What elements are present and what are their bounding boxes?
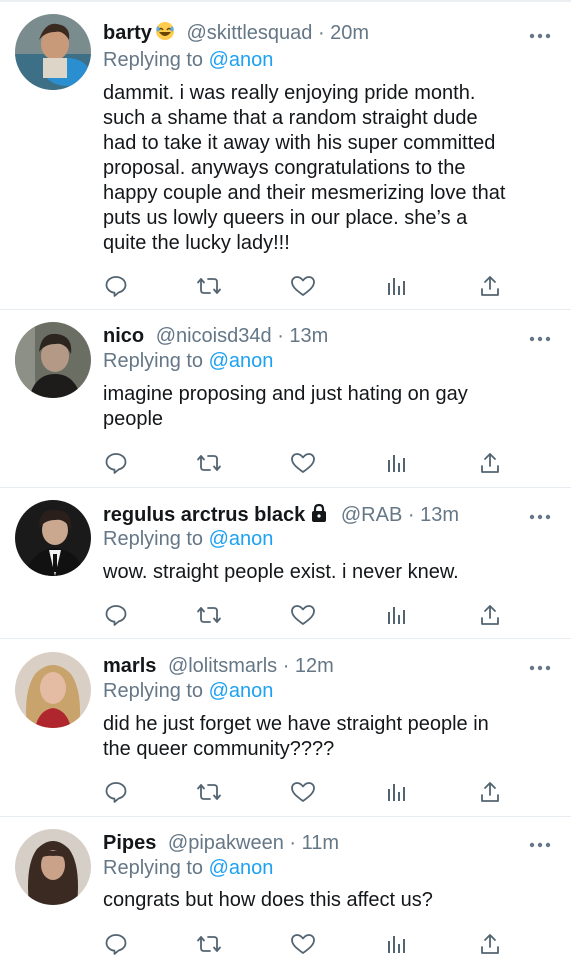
retweet-icon[interactable] [195,449,223,477]
user-handle[interactable]: @skittlesquad [186,22,312,44]
share-icon[interactable] [476,449,504,477]
like-icon[interactable] [289,449,317,477]
tweet-header: Pipes @pipakween · 11m [103,830,531,856]
replying-to-line: Replying to @anon [103,526,273,552]
mention-link[interactable]: @anon [209,528,274,550]
tweet-text: did he just forget we have straight peop… [103,713,489,760]
replying-to-label: Replying to [103,857,204,879]
action-bar [0,449,571,477]
lock-icon [309,503,329,528]
tweet-header: marls @lolitsmarls · 12m [103,653,531,679]
display-name[interactable]: marls [103,655,156,677]
action-bar [0,930,571,958]
avatar[interactable] [15,14,91,90]
user-handle[interactable]: @RAB [341,504,402,526]
reply-tweet[interactable]: marls @lolitsmarls · 12m Replying to @an… [0,639,571,816]
reply-icon[interactable] [102,778,130,806]
action-bar [0,601,571,629]
mention-link[interactable]: @anon [209,350,274,372]
retweet-icon[interactable] [195,778,223,806]
timestamp[interactable]: · 11m [289,832,339,854]
tweet-text: imagine proposing and just hating on gay… [103,383,468,430]
replying-to-label: Replying to [103,350,204,372]
retweet-icon[interactable] [195,601,223,629]
reply-tweet[interactable]: Pipes @pipakween · 11m Replying to @anon… [0,817,571,960]
analytics-icon[interactable] [382,930,410,958]
analytics-icon[interactable] [382,778,410,806]
display-name[interactable]: barty [103,22,152,44]
analytics-icon[interactable] [382,601,410,629]
timestamp[interactable]: · 13m [408,504,459,526]
tweet-text: dammit. i was really enjoying pride mont… [103,82,506,254]
replying-to-line: Replying to @anon [103,47,273,73]
like-icon[interactable] [289,272,317,300]
more-options-icon[interactable] [529,331,551,342]
share-icon[interactable] [476,778,504,806]
replying-to-line: Replying to @anon [103,348,273,374]
replying-to-label: Replying to [103,528,204,550]
display-name[interactable]: nico [103,325,144,347]
analytics-icon[interactable] [382,272,410,300]
action-bar [0,272,571,300]
replying-to-line: Replying to @anon [103,855,273,881]
reply-tweet[interactable]: regulus arctrus black @RAB · 13m Replyin… [0,488,571,638]
like-icon[interactable] [289,930,317,958]
avatar[interactable] [15,829,91,905]
share-icon[interactable] [476,272,504,300]
display-name[interactable]: Pipes [103,832,156,854]
share-icon[interactable] [476,601,504,629]
tweet-header: barty @skittlesquad · 20m [103,20,531,46]
mention-link[interactable]: @anon [209,857,274,879]
tweet-header: nico @nicoisd34d · 13m [103,323,531,349]
mention-link[interactable]: @anon [209,49,274,71]
tweet-header: regulus arctrus black @RAB · 13m [103,502,531,528]
display-name[interactable]: regulus arctrus black [103,504,305,526]
like-icon[interactable] [289,601,317,629]
reply-tweet[interactable]: nico @nicoisd34d · 13m Replying to @anon… [0,310,571,487]
reply-icon[interactable] [102,449,130,477]
retweet-icon[interactable] [195,930,223,958]
avatar[interactable] [15,652,91,728]
replying-to-label: Replying to [103,49,204,71]
user-handle[interactable]: @lolitsmarls [168,655,277,677]
mention-link[interactable]: @anon [209,680,274,702]
avatar[interactable] [15,500,91,576]
more-options-icon[interactable] [529,28,551,39]
reply-icon[interactable] [102,601,130,629]
reply-tweet[interactable]: barty @skittlesquad · 20m Replying to @a… [0,0,571,309]
replying-to-line: Replying to @anon [103,678,273,704]
laughing-emoji-icon [155,21,175,46]
share-icon[interactable] [476,930,504,958]
timestamp[interactable]: · 13m [277,325,328,347]
user-handle[interactable]: @nicoisd34d [156,325,272,347]
avatar[interactable] [15,322,91,398]
reply-icon[interactable] [102,930,130,958]
more-options-icon[interactable] [529,837,551,848]
timestamp[interactable]: · 12m [283,655,334,677]
analytics-icon[interactable] [382,449,410,477]
retweet-icon[interactable] [195,272,223,300]
action-bar [0,778,571,806]
more-options-icon[interactable] [529,660,551,671]
tweet-text: congrats but how does this affect us? [103,889,433,911]
more-options-icon[interactable] [529,509,551,520]
like-icon[interactable] [289,778,317,806]
reply-icon[interactable] [102,272,130,300]
timestamp[interactable]: · 20m [318,22,369,44]
user-handle[interactable]: @pipakween [168,832,284,854]
tweet-text: wow. straight people exist. i never knew… [103,561,459,583]
replying-to-label: Replying to [103,680,204,702]
